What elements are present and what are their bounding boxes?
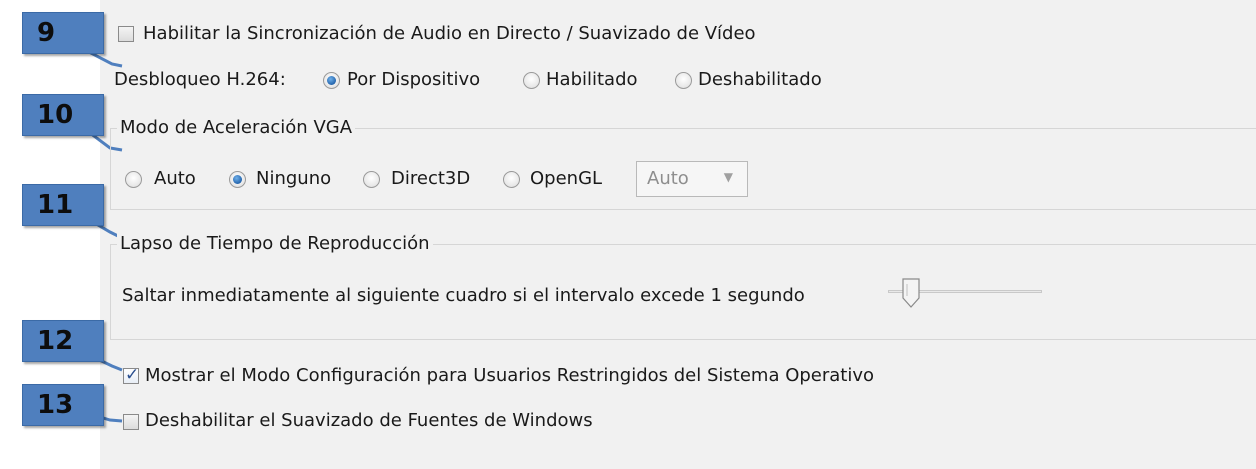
callout-12: 12 [22,320,104,362]
h264-option-label: Por Dispositivo [347,69,481,90]
callout-9: 9 [22,12,104,54]
vga-group-title: Modo de Aceleración VGA [117,117,356,139]
live-sync-checkbox[interactable] [118,26,134,42]
vga-option-label: Auto [154,168,196,189]
skip-frame-label: Saltar inmediatamente al siguiente cuadr… [122,285,805,306]
callout-11: 11 [22,184,104,226]
vga-radio-ninguno[interactable] [229,171,246,188]
vga-option-label: Ninguno [256,168,332,189]
h264-radio-por-dispositivo[interactable] [323,72,340,89]
vga-radio-opengl[interactable] [503,171,520,188]
slider-thumb[interactable] [901,278,920,308]
h264-radio-habilitado[interactable] [523,72,540,89]
vga-option-label: OpenGL [530,168,603,189]
font-smoothing-checkbox[interactable] [123,414,139,430]
vga-opengl-dropdown[interactable]: Auto ▼ [636,161,748,197]
live-sync-label: Habilitar la Sincronización de Audio en … [143,23,756,44]
playback-group-title: Lapso de Tiempo de Reproducción [117,233,433,255]
show-config-checkbox[interactable]: ✓ [123,365,140,385]
h264-label: Desbloqueo H.264: [114,69,286,90]
dropdown-value: Auto [647,168,689,189]
vga-radio-direct3d[interactable] [363,171,380,188]
callout-10: 10 [22,94,104,136]
callout-13: 13 [22,384,104,426]
vga-radio-auto[interactable] [125,171,142,188]
vga-option-label: Direct3D [391,168,471,189]
show-config-label: Mostrar el Modo Configuración para Usuar… [145,365,875,386]
h264-radio-deshabilitado[interactable] [675,72,692,89]
chevron-down-icon: ▼ [723,170,733,184]
checkmark-icon: ✓ [125,365,140,385]
h264-option-label: Habilitado [546,69,638,90]
h264-option-label: Deshabilitado [698,69,822,90]
font-smoothing-label: Deshabilitar el Suavizado de Fuentes de … [145,410,593,431]
